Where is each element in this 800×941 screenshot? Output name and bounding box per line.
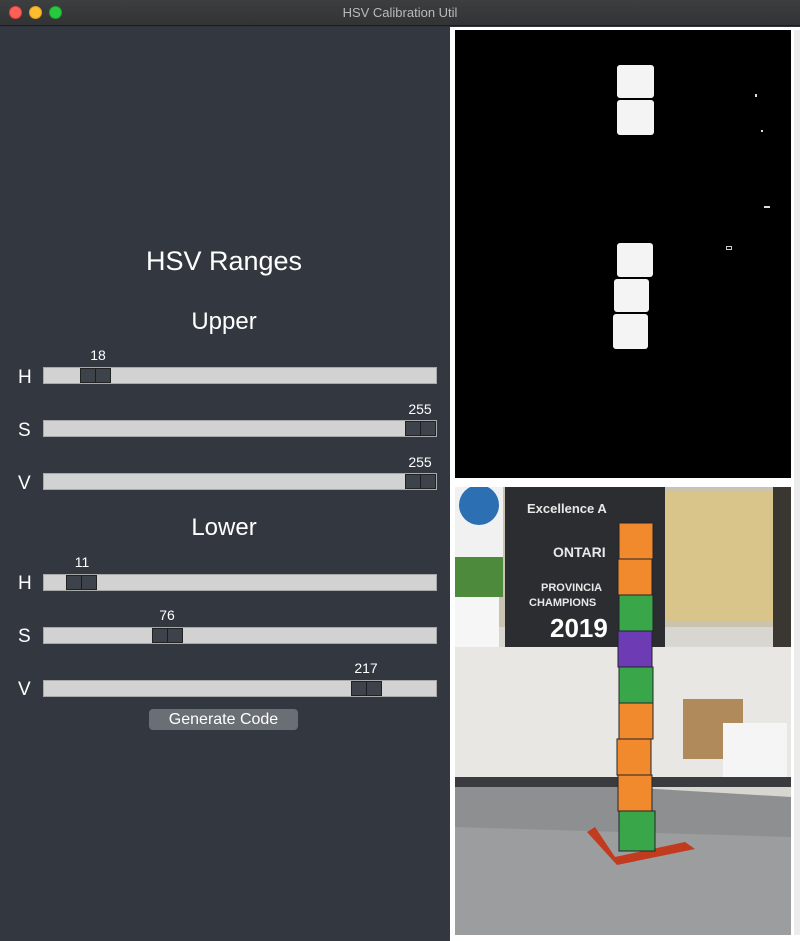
lower-s-value: 76 <box>159 607 175 623</box>
upper-h-slider[interactable] <box>43 367 437 384</box>
lower-section-label: Lower <box>191 514 257 541</box>
mask-blob <box>617 243 653 277</box>
lower-h-label: H <box>18 573 32 594</box>
lower-v-slider[interactable] <box>43 680 437 697</box>
hsv-control-panel: HSV Ranges Upper 18 H 255 S 255 V Lower … <box>0 27 450 941</box>
mask-blob <box>613 314 648 349</box>
banner-text-1: Excellence A <box>527 501 607 516</box>
lower-v-slider-thumb[interactable] <box>351 681 382 696</box>
mask-blob <box>617 100 654 135</box>
title-bar: HSV Calibration Util <box>0 0 800 26</box>
upper-s-value: 255 <box>408 401 432 417</box>
mask-noise <box>764 206 770 208</box>
mask-noise <box>726 246 732 250</box>
banner-text-4: CHAMPIONS <box>529 597 596 609</box>
upper-h-value: 18 <box>90 347 106 363</box>
camera-frame-illustration: Excellence A ONTARI PROVINCIA CHAMPIONS … <box>455 487 791 935</box>
mask-blob <box>617 65 654 98</box>
lower-v-label: V <box>18 679 31 700</box>
mask-blob <box>614 279 649 312</box>
upper-s-slider[interactable] <box>43 420 437 437</box>
upper-v-label: V <box>18 473 31 494</box>
generate-code-button[interactable]: Generate Code <box>149 709 298 730</box>
lower-h-value: 11 <box>74 554 90 570</box>
lower-v-value: 217 <box>354 660 378 676</box>
upper-s-label: S <box>18 420 31 441</box>
mask-noise <box>755 94 757 97</box>
banner-text-3: PROVINCIA <box>541 582 602 594</box>
upper-section-label: Upper <box>191 308 257 335</box>
upper-v-slider-thumb[interactable] <box>405 474 436 489</box>
lower-h-slider[interactable] <box>43 574 437 591</box>
upper-v-value: 255 <box>408 454 432 470</box>
lower-s-slider-thumb[interactable] <box>152 628 183 643</box>
upper-h-slider-thumb[interactable] <box>80 368 111 383</box>
upper-h-label: H <box>18 367 32 388</box>
banner-text-5: 2019 <box>550 613 608 643</box>
lower-s-label: S <box>18 626 31 647</box>
banner-text-2: ONTARI <box>553 544 606 560</box>
panel-title: HSV Ranges <box>145 246 303 276</box>
lower-h-slider-thumb[interactable] <box>66 575 97 590</box>
mask-noise <box>761 130 763 132</box>
window-title: HSV Calibration Util <box>342 5 458 20</box>
lower-s-slider[interactable] <box>43 627 437 644</box>
scrollbar[interactable] <box>794 30 800 935</box>
hsv-mask-preview <box>455 30 791 478</box>
upper-s-slider-thumb[interactable] <box>405 421 436 436</box>
upper-v-slider[interactable] <box>43 473 437 490</box>
camera-frame-preview: Excellence A ONTARI PROVINCIA CHAMPIONS … <box>455 487 791 935</box>
